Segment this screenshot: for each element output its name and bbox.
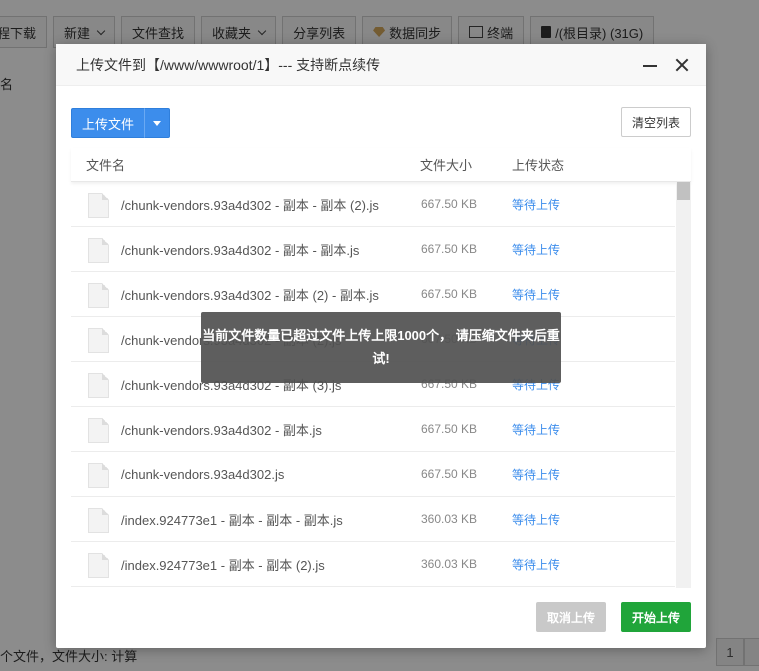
file-name: /index.924773e1 - 副本 - 副本 - 副本.js [121, 512, 343, 528]
dialog-title: 上传文件到【/www/wwwroot/1】--- 支持断点续传 [76, 56, 381, 73]
upload-status: 等待上传 [512, 467, 561, 482]
start-upload-button[interactable]: 开始上传 [621, 602, 691, 632]
file-row: /chunk-vendors.93a4d302 - 副本.js 667.50 KB… [71, 407, 675, 452]
upload-dialog: 上传文件到【/www/wwwroot/1】--- 支持断点续传 上传文件 清空列… [56, 44, 706, 648]
file-size: 360.03 KB [421, 512, 478, 526]
dialog-header: 上传文件到【/www/wwwroot/1】--- 支持断点续传 [56, 44, 706, 86]
file-icon [88, 418, 109, 443]
upload-file-button[interactable]: 上传文件 [71, 108, 145, 138]
file-icon [88, 328, 109, 353]
upload-status: 等待上传 [512, 287, 561, 302]
limit-warning-toast: 当前文件数量已超过文件上传上限1000个， 请压缩文件夹后重试! [201, 312, 561, 383]
file-row: /index.924773e1 - 副本 - 副本 - 副本.js 360.03 … [71, 497, 675, 542]
file-size: 667.50 KB [421, 242, 478, 256]
file-row: /chunk-vendors.93a4d302.js 667.50 KB 等待上传 [71, 452, 675, 497]
upload-status: 等待上传 [512, 197, 561, 212]
column-upload-status: 上传状态 [512, 158, 565, 173]
file-name: /chunk-vendors.93a4d302 - 副本 (2) - 副本.js [121, 287, 379, 303]
upload-status: 等待上传 [512, 557, 561, 572]
file-row: /chunk-vendors.93a4d302 - 副本 (2) - 副本.js… [71, 272, 675, 317]
dialog-controls [642, 57, 690, 73]
file-row: /chunk-vendors.93a4d302 - 副本 - 副本.js 667.… [71, 227, 675, 272]
upload-status: 等待上传 [512, 422, 561, 437]
upload-status: 等待上传 [512, 512, 561, 527]
caret-down-icon [153, 120, 162, 126]
column-file-size: 文件大小 [420, 158, 473, 173]
file-name: /chunk-vendors.93a4d302 - 副本 - 副本.js [121, 242, 360, 258]
file-icon [88, 283, 109, 308]
file-name: /chunk-vendors.93a4d302 - 副本 - 副本 (2).js [121, 197, 379, 213]
upload-file-list: /chunk-vendors.93a4d302 - 副本 - 副本 (2).js… [71, 182, 691, 588]
close-icon[interactable] [674, 57, 690, 73]
file-name: /chunk-vendors.93a4d302.js [121, 466, 285, 482]
minimize-icon[interactable] [642, 57, 658, 73]
file-size: 667.50 KB [421, 467, 478, 481]
file-size: 667.50 KB [421, 197, 478, 211]
file-name: /index.924773e1 - 副本 - 副本 (2).js [121, 557, 325, 573]
file-size: 667.50 KB [421, 287, 478, 301]
file-size: 360.03 KB [421, 557, 478, 571]
list-scrollbar[interactable] [676, 182, 691, 588]
file-size: 667.50 KB [421, 422, 478, 436]
file-icon [88, 553, 109, 578]
upload-status: 等待上传 [512, 242, 561, 257]
file-icon [88, 238, 109, 263]
clear-list-button[interactable]: 清空列表 [620, 107, 691, 137]
upload-table-header: 文件名 文件大小 上传状态 [71, 148, 691, 182]
upload-split-button: 上传文件 [71, 108, 171, 138]
upload-dropdown-toggle[interactable] [144, 108, 171, 138]
file-icon [88, 193, 109, 218]
file-icon [88, 373, 109, 398]
file-row: /index.924773e1 - 副本 - 副本 (2).js 360.03 K… [71, 542, 675, 587]
column-file-name: 文件名 [86, 158, 126, 173]
file-row: /chunk-vendors.93a4d302 - 副本 - 副本 (2).js… [71, 182, 675, 227]
file-icon [88, 508, 109, 533]
file-name: /chunk-vendors.93a4d302 - 副本.js [121, 422, 322, 438]
scrollbar-thumb[interactable] [677, 182, 690, 200]
cancel-upload-button[interactable]: 取消上传 [536, 602, 606, 632]
file-icon [88, 463, 109, 488]
